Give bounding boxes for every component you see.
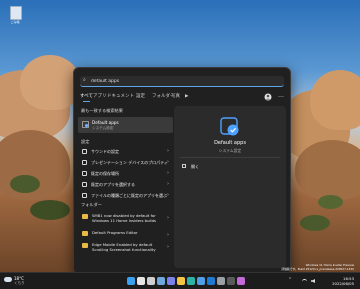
- tab-6[interactable]: ▶: [185, 93, 188, 101]
- folder-item-label: Edge Mobile Enabled by default Scrolling…: [92, 241, 156, 252]
- folder-item-label: SMB1 now disabled by default for Windows…: [92, 212, 156, 223]
- chevron-right-icon: ›: [167, 159, 169, 165]
- settings-item-icon: [82, 181, 87, 187]
- settings-item-icon: [82, 170, 87, 176]
- default-apps-large-icon: [220, 117, 239, 136]
- clock-date: 2022/06/05: [332, 281, 354, 286]
- cloud-icon: [4, 277, 12, 282]
- start-icon[interactable]: [127, 277, 135, 285]
- settings-heading: 設定: [81, 139, 90, 144]
- store-icon[interactable]: [197, 277, 205, 285]
- preview-divider: [180, 157, 280, 158]
- volume-icon[interactable]: [311, 279, 315, 283]
- settings-item-icon: [82, 159, 87, 165]
- mail-icon[interactable]: [207, 277, 215, 285]
- preview-title: Default apps: [214, 140, 246, 146]
- clock[interactable]: 16:53 2022/06/05: [332, 276, 354, 286]
- preview-pane: Default apps システム設定 開く: [174, 106, 286, 268]
- settings-item-icon: [82, 148, 87, 154]
- folder-icon: [82, 243, 88, 248]
- folder-item-label: Default Programs Editor: [92, 229, 138, 235]
- widgets-icon[interactable]: [157, 277, 165, 285]
- edge-icon[interactable]: [187, 277, 195, 285]
- tab-2[interactable]: ドキュメント: [107, 93, 134, 101]
- recycle-bin-icon[interactable]: ごみ箱: [7, 4, 23, 28]
- settings-result-item[interactable]: サウンドの設定 ›: [78, 146, 173, 156]
- chevron-right-icon: ›: [167, 243, 169, 250]
- search-flyout: ⌕ すべてアプリドキュメント設定フォルダー写真▶ … 最も一致する検索結果 De…: [73, 67, 291, 275]
- watermark-line-2: 評価版です。Build 25120.rs_prerelease.220527-1…: [281, 266, 354, 271]
- weather-desc: くもり: [14, 281, 25, 285]
- build-watermark: Windows 11 Home Insider Preview 評価版です。Bu…: [281, 263, 354, 271]
- tab-3[interactable]: 設定: [136, 93, 145, 101]
- folder-result-item[interactable]: Edge Mobile Enabled by default Scrolling…: [78, 240, 173, 254]
- folders-heading: フォルダー: [81, 202, 102, 207]
- best-match-item[interactable]: Default apps システム設定: [78, 117, 173, 133]
- chevron-right-icon: ›: [167, 231, 169, 238]
- photos-icon[interactable]: [237, 277, 245, 285]
- search-icon: ⌕: [83, 77, 86, 83]
- open-icon: [182, 164, 186, 168]
- settings-item-label: ファイルの種類ごとに既定のアプリを選ぶ: [91, 192, 167, 198]
- search-box[interactable]: ⌕: [80, 76, 284, 87]
- open-label: 開く: [191, 163, 199, 169]
- chevron-right-icon: ›: [167, 170, 169, 176]
- settings-result-item[interactable]: 既定の保存場所 ›: [78, 168, 173, 178]
- chevron-right-icon: ›: [167, 214, 169, 221]
- search-input[interactable]: [91, 77, 271, 85]
- tab-1[interactable]: アプリ: [93, 93, 107, 101]
- system-tray: ⌃ 16:53 2022/06/05: [286, 275, 356, 287]
- file-explorer-icon[interactable]: [177, 277, 185, 285]
- results-pane: 最も一致する検索結果 Default apps システム設定 設定 サウンドの設…: [78, 106, 173, 270]
- settings-item-label: 既定の保存場所: [91, 170, 119, 176]
- folder-icon: [82, 214, 88, 219]
- recycle-bin-label: ごみ箱: [10, 20, 20, 24]
- tab-0[interactable]: すべて: [80, 93, 93, 102]
- best-match-type: システム設定: [92, 126, 114, 130]
- settings-icon[interactable]: [217, 277, 225, 285]
- search-icon[interactable]: [137, 277, 145, 285]
- task-view-icon[interactable]: [147, 277, 155, 285]
- chat-icon[interactable]: [167, 277, 175, 285]
- settings-result-item[interactable]: ファイルの種類ごとに既定のアプリを選ぶ ›: [78, 190, 173, 200]
- more-options-icon[interactable]: …: [278, 92, 284, 100]
- settings-item-icon: [82, 192, 87, 198]
- taskbar: 18°C くもり ⌃ 16:53 2022/06/05: [0, 272, 360, 289]
- settings-result-item[interactable]: プレゼンテーション デバイスのプロパティ ›: [78, 157, 173, 167]
- folder-result-item[interactable]: SMB1 now disabled by default for Windows…: [78, 211, 173, 225]
- wifi-icon[interactable]: [302, 279, 307, 284]
- folder-icon: [82, 231, 88, 236]
- best-match-name: Default apps: [92, 120, 119, 125]
- settings-item-label: 既定のアプリを選択する: [91, 181, 135, 187]
- default-apps-icon: [82, 121, 89, 128]
- chevron-right-icon: ›: [167, 148, 169, 154]
- chevron-right-icon: ›: [167, 192, 169, 198]
- settings-item-label: プレゼンテーション デバイスのプロパティ: [91, 159, 168, 165]
- settings-item-label: サウンドの設定: [91, 148, 119, 154]
- search-tabs: すべて アプリ ドキュメント 設定 フォルダー 写真 ▶: [80, 93, 230, 102]
- tab-5[interactable]: 写真: [171, 93, 180, 101]
- chevron-up-icon[interactable]: ⌃: [288, 277, 292, 283]
- account-icon[interactable]: [264, 93, 272, 101]
- terminal-icon[interactable]: [227, 277, 235, 285]
- chevron-right-icon: ›: [167, 181, 169, 187]
- settings-result-item[interactable]: 既定のアプリを選択する ›: [78, 179, 173, 189]
- best-match-heading: 最も一致する検索結果: [81, 108, 123, 113]
- preview-subtitle: システム設定: [218, 148, 242, 153]
